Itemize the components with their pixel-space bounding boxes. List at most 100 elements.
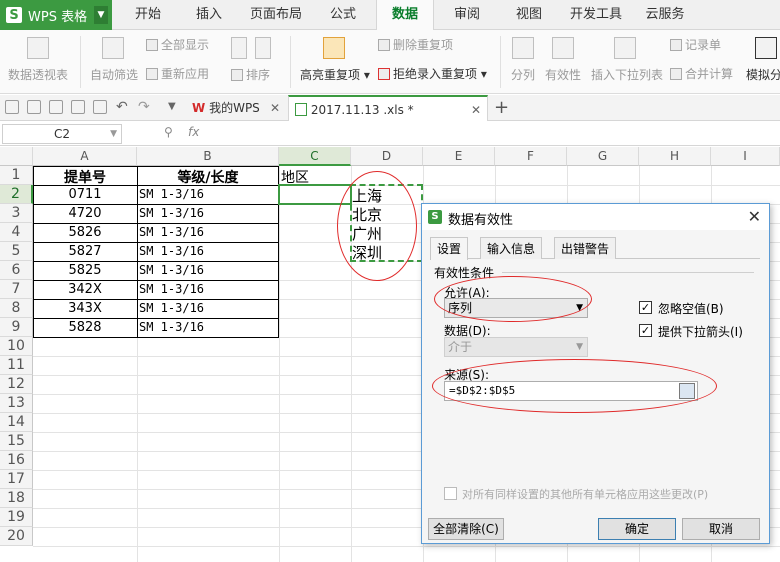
table-cell[interactable]: 342X (33, 282, 137, 297)
table-cell[interactable]: SM 1-3/16 (137, 301, 279, 315)
tab-settings[interactable]: 设置 (430, 237, 469, 260)
cancel-button[interactable]: 取消 (682, 518, 760, 540)
print-preview-icon[interactable] (93, 100, 107, 114)
tab-view[interactable]: 视图 (500, 0, 558, 30)
reject-duplicates-button[interactable]: 拒绝录入重复项 ▾ (378, 65, 487, 82)
row-header[interactable]: 1 (0, 166, 33, 185)
tab-document[interactable]: 2017.11.13 .xls * ✕ (288, 95, 488, 121)
cell-b1[interactable]: 等级/长度 (137, 167, 279, 187)
column-header-i[interactable]: I (711, 147, 780, 166)
tab-cloud[interactable]: 云服务 (636, 0, 694, 30)
column-header-h[interactable]: H (639, 147, 711, 166)
tab-input-message[interactable]: 输入信息 (480, 237, 543, 259)
chevron-down-icon[interactable]: ▼ (168, 101, 176, 112)
table-cell[interactable]: SM 1-3/16 (137, 187, 279, 201)
tab-home[interactable]: 开始 (118, 0, 178, 30)
table-cell[interactable]: SM 1-3/16 (137, 244, 279, 258)
column-header-d[interactable]: D (351, 147, 423, 166)
ok-button[interactable]: 确定 (598, 518, 676, 540)
function-icon[interactable]: fx (188, 125, 199, 139)
row-header[interactable]: 3 (0, 204, 33, 223)
row-header[interactable]: 19 (0, 508, 33, 527)
close-icon[interactable]: ✕ (748, 207, 761, 226)
consolidate-button[interactable]: 合并计算 (670, 65, 733, 82)
records-button[interactable]: 记录单 (670, 36, 721, 53)
row-header[interactable]: 7 (0, 280, 33, 299)
row-header[interactable]: 4 (0, 223, 33, 242)
close-icon[interactable]: ✕ (270, 95, 280, 121)
app-menu-button[interactable]: S WPS 表格 ▼ (0, 0, 112, 30)
column-header-g[interactable]: G (567, 147, 639, 166)
tab-page-layout[interactable]: 页面布局 (240, 0, 312, 30)
table-cell[interactable]: SM 1-3/16 (137, 320, 279, 334)
zoom-icon[interactable]: ⚲ (164, 125, 173, 139)
highlight-duplicates-button[interactable]: 高亮重复项 ▾ (300, 66, 370, 83)
row-header[interactable]: 9 (0, 318, 33, 337)
row-header[interactable]: 16 (0, 451, 33, 470)
name-box[interactable]: C2 ▼ (2, 124, 122, 144)
row-header[interactable]: 8 (0, 299, 33, 318)
dropdown-arrow-checkbox[interactable]: ✓ (639, 324, 652, 337)
folder-icon[interactable] (5, 100, 19, 114)
redo-icon[interactable]: ↷ (138, 99, 150, 115)
column-header-b[interactable]: B (137, 147, 279, 166)
undo-icon[interactable]: ↶ (116, 99, 128, 115)
table-cell[interactable]: SM 1-3/16 (137, 282, 279, 296)
table-cell[interactable]: 5826 (33, 225, 137, 240)
table-cell[interactable]: 4720 (33, 206, 137, 221)
close-icon[interactable]: ✕ (471, 97, 481, 123)
cell-a1[interactable]: 提单号 (33, 167, 137, 187)
reapply-button[interactable]: 重新应用 (146, 65, 209, 82)
row-header[interactable]: 13 (0, 394, 33, 413)
clear-all-button[interactable]: 全部清除(C) (428, 518, 504, 540)
tab-insert[interactable]: 插入 (180, 0, 238, 30)
ignore-blank-checkbox[interactable]: ✓ (639, 301, 652, 314)
table-cell[interactable]: 343X (33, 301, 137, 316)
row-header[interactable]: 12 (0, 375, 33, 394)
column-header-e[interactable]: E (423, 147, 495, 166)
row-header[interactable]: 20 (0, 527, 33, 546)
table-cell[interactable]: SM 1-3/16 (137, 206, 279, 220)
pivot-table-button[interactable]: 数据透视表 (8, 66, 68, 83)
row-header[interactable]: 11 (0, 356, 33, 375)
validity-button[interactable]: 有效性 (545, 66, 581, 83)
remove-duplicates-button[interactable]: 删除重复项 (378, 36, 453, 53)
autofilter-button[interactable]: 自动筛选 (90, 66, 138, 83)
show-all-button[interactable]: 全部显示 (146, 36, 209, 53)
table-cell[interactable]: SM 1-3/16 (137, 225, 279, 239)
tab-error-alert[interactable]: 出错警告 (554, 237, 617, 259)
print-icon[interactable] (71, 100, 85, 114)
row-header[interactable]: 2 (0, 185, 33, 204)
table-cell[interactable]: 5827 (33, 244, 137, 259)
row-header[interactable]: 15 (0, 432, 33, 451)
tab-developer[interactable]: 开发工具 (560, 0, 632, 30)
row-header[interactable]: 18 (0, 489, 33, 508)
chevron-down-icon[interactable]: ▼ (110, 125, 117, 143)
table-cell[interactable]: 5828 (33, 320, 137, 335)
column-header-f[interactable]: F (495, 147, 567, 166)
row-header[interactable]: 14 (0, 413, 33, 432)
table-cell[interactable]: 0711 (33, 187, 137, 202)
table-cell[interactable]: 5825 (33, 263, 137, 278)
new-tab-button[interactable]: + (494, 97, 509, 118)
row-header[interactable]: 17 (0, 470, 33, 489)
export-pdf-icon[interactable] (49, 100, 63, 114)
dialog-titlebar[interactable]: S 数据有效性 ✕ (422, 204, 769, 230)
column-header-c[interactable]: C (279, 147, 351, 166)
tab-review[interactable]: 审阅 (438, 0, 496, 30)
row-header[interactable]: 5 (0, 242, 33, 261)
simulate-button[interactable]: 模拟分 (746, 66, 780, 83)
sort-button[interactable]: 排序 (231, 66, 270, 83)
tab-formula[interactable]: 公式 (314, 0, 372, 30)
save-icon[interactable] (27, 100, 41, 114)
select-all-corner[interactable] (0, 147, 33, 166)
row-header[interactable]: 6 (0, 261, 33, 280)
table-cell[interactable]: SM 1-3/16 (137, 263, 279, 277)
column-header-a[interactable]: A (33, 147, 137, 166)
split-columns-button[interactable]: 分列 (511, 66, 535, 83)
row-header[interactable]: 10 (0, 337, 33, 356)
tab-my-wps[interactable]: W 我的WPS ✕ (186, 95, 286, 121)
chevron-down-icon[interactable]: ▼ (94, 6, 108, 24)
insert-dropdown-button[interactable]: 插入下拉列表 (591, 66, 663, 83)
tab-data[interactable]: 数据 (376, 0, 434, 31)
